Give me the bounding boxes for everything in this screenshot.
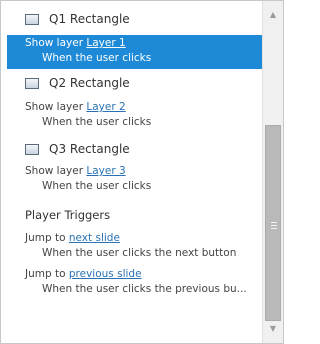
trigger-target-link[interactable]: next slide — [69, 232, 120, 244]
rectangle-icon — [25, 143, 39, 155]
trigger-action: Show layer — [25, 37, 84, 49]
vertical-scrollbar[interactable]: ▲ ▼ — [262, 1, 283, 343]
grip-icon — [271, 222, 277, 229]
object-header-q2[interactable]: Q2 Rectangle — [25, 73, 130, 93]
trigger-condition: When the user clicks — [42, 52, 152, 64]
trigger-action: Jump to — [25, 268, 66, 280]
scroll-down-arrow-icon[interactable]: ▼ — [263, 319, 283, 337]
trigger-action-line: Show layer Layer 2 — [25, 101, 126, 113]
trigger-action: Show layer — [25, 101, 84, 113]
trigger-row-q3[interactable]: Show layer Layer 3 When the user clicks — [7, 163, 262, 197]
rectangle-icon — [25, 77, 39, 89]
trigger-action-line: Show layer Layer 1 — [25, 37, 126, 49]
scroll-up-arrow-icon[interactable]: ▲ — [263, 5, 283, 23]
player-trigger-previous[interactable]: Jump to previous slide When the user cli… — [7, 266, 262, 300]
object-title: Q3 Rectangle — [49, 142, 130, 156]
trigger-action: Show layer — [25, 165, 84, 177]
trigger-condition: When the user clicks — [42, 180, 152, 192]
trigger-action: Jump to — [25, 232, 66, 244]
trigger-action-line: Jump to previous slide — [25, 268, 142, 280]
trigger-row-q1[interactable]: Show layer Layer 1 When the user clicks — [7, 35, 262, 69]
trigger-condition: When the user clicks the next button — [42, 247, 237, 259]
trigger-row-q2[interactable]: Show layer Layer 2 When the user clicks — [7, 99, 262, 133]
player-triggers-heading: Player Triggers — [25, 208, 111, 222]
trigger-target-link[interactable]: previous slide — [69, 268, 142, 280]
object-title: Q1 Rectangle — [49, 12, 130, 26]
trigger-target-link[interactable]: Layer 1 — [86, 37, 125, 49]
trigger-target-link[interactable]: Layer 3 — [86, 165, 125, 177]
scroll-thumb[interactable] — [265, 125, 281, 321]
player-trigger-next[interactable]: Jump to next slide When the user clicks … — [7, 230, 262, 264]
trigger-action-line: Show layer Layer 3 — [25, 165, 126, 177]
trigger-target-link[interactable]: Layer 2 — [86, 101, 125, 113]
trigger-condition: When the user clicks the previous bu... — [42, 283, 247, 295]
object-title: Q2 Rectangle — [49, 76, 130, 90]
object-header-q3[interactable]: Q3 Rectangle — [25, 139, 130, 159]
rectangle-icon — [25, 13, 39, 25]
trigger-action-line: Jump to next slide — [25, 232, 120, 244]
triggers-panel: Q1 Rectangle Show layer Layer 1 When the… — [0, 0, 284, 344]
object-header-q1[interactable]: Q1 Rectangle — [25, 9, 130, 29]
trigger-condition: When the user clicks — [42, 116, 152, 128]
triggers-list: Q1 Rectangle Show layer Layer 1 When the… — [1, 1, 262, 343]
